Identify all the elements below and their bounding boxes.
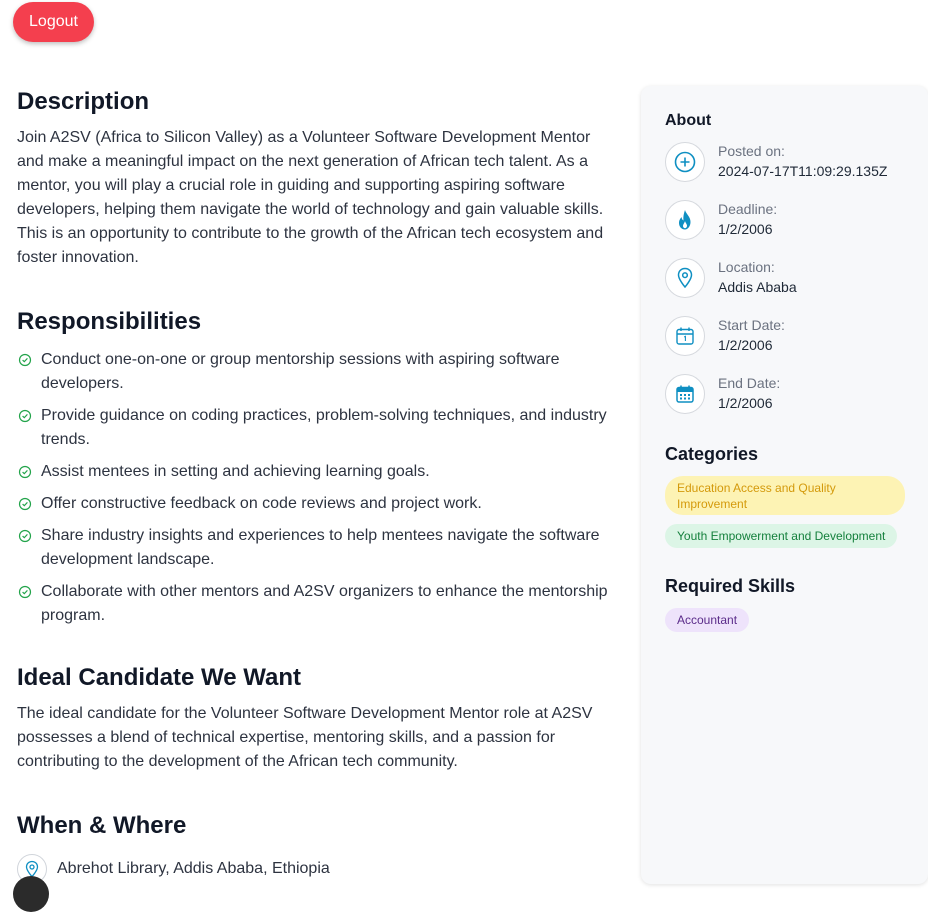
plus-circle-icon — [665, 142, 705, 182]
responsibility-text: Provide guidance on coding practices, pr… — [41, 407, 607, 448]
posted-on-label: Posted on: — [718, 143, 785, 159]
calendar-end-icon — [665, 374, 705, 414]
about-title: About — [665, 112, 712, 129]
event-location-text: Abrehot Library, Addis Ababa, Ethiopia — [57, 860, 330, 877]
check-circle-icon — [18, 529, 32, 543]
skill-label: Accountant — [677, 613, 738, 627]
posted-on-row: Posted on: 2024-07-17T11:09:29.135Z — [665, 142, 887, 182]
ideal-candidate-text: The ideal candidate for the Volunteer So… — [17, 705, 593, 770]
end-date-row: End Date: 1/2/2006 — [665, 374, 780, 414]
start-date-label: Start Date: — [718, 317, 785, 333]
fire-icon — [665, 200, 705, 240]
calendar-start-icon — [665, 316, 705, 356]
location-label: Location: — [718, 259, 775, 275]
deadline-row: Deadline: 1/2/2006 — [665, 200, 777, 240]
when-where-title: When & Where — [17, 812, 187, 839]
list-item: Collaborate with other mentors and A2SV … — [17, 580, 617, 628]
category-tag: Education Access and Quality Improvement — [665, 476, 905, 515]
event-location-row: Abrehot Library, Addis Ababa, Ethiopia — [17, 854, 617, 884]
responsibilities-section: Responsibilities Conduct one-on-one or g… — [17, 306, 617, 636]
list-item: Share industry insights and experiences … — [17, 524, 617, 572]
ideal-candidate-section: Ideal Candidate We Want The ideal candid… — [17, 662, 617, 774]
logout-button[interactable]: Logout — [13, 2, 94, 42]
responsibility-text: Share industry insights and experiences … — [41, 527, 600, 568]
end-date-label: End Date: — [718, 375, 781, 391]
check-circle-icon — [18, 353, 32, 367]
list-item: Offer constructive feedback on code revi… — [17, 492, 617, 516]
responsibilities-list: Conduct one-on-one or group mentorship s… — [17, 348, 617, 628]
start-date-row: Start Date: 1/2/2006 — [665, 316, 785, 356]
responsibility-text: Offer constructive feedback on code revi… — [41, 495, 482, 512]
categories-title: Categories — [665, 444, 759, 464]
description-section: Description Join A2SV (Africa to Silicon… — [17, 86, 617, 270]
skill-tag: Accountant — [665, 608, 750, 632]
deadline-label: Deadline: — [718, 201, 778, 217]
floating-action-button[interactable] — [13, 876, 49, 912]
required-skills-title: Required Skills — [665, 576, 796, 596]
check-circle-icon — [18, 497, 32, 511]
description-title: Description — [17, 88, 150, 115]
deadline-value: 1/2/2006 — [718, 221, 773, 237]
posted-on-value: 2024-07-17T11:09:29.135Z — [718, 163, 888, 179]
location-value: Addis Ababa — [718, 279, 797, 295]
location-row: Location: Addis Ababa — [665, 258, 797, 298]
list-item: Conduct one-on-one or group mentorship s… — [17, 348, 617, 396]
responsibilities-title: Responsibilities — [17, 308, 202, 335]
category-tag: Youth Empowerment and Development — [665, 524, 898, 548]
category-label: Education Access and Quality Improvement — [677, 480, 836, 511]
list-item: Provide guidance on coding practices, pr… — [17, 404, 617, 452]
responsibility-text: Assist mentees in setting and achieving … — [41, 463, 430, 480]
start-date-value: 1/2/2006 — [718, 337, 773, 353]
check-circle-icon — [18, 409, 32, 423]
when-where-section: When & Where Abrehot Library, Addis Abab… — [17, 810, 617, 884]
responsibility-text: Conduct one-on-one or group mentorship s… — [41, 351, 560, 392]
responsibility-text: Collaborate with other mentors and A2SV … — [41, 583, 608, 624]
check-circle-icon — [18, 465, 32, 479]
ideal-candidate-title: Ideal Candidate We Want — [17, 664, 302, 691]
category-label: Youth Empowerment and Development — [677, 529, 886, 543]
job-sidebar: About Posted on: 2024-07-17T11:09:29.135… — [641, 86, 928, 884]
end-date-value: 1/2/2006 — [718, 395, 773, 411]
description-text: Join A2SV (Africa to Silicon Valley) as … — [17, 129, 604, 266]
check-circle-icon — [18, 585, 32, 599]
list-item: Assist mentees in setting and achieving … — [17, 460, 617, 484]
location-pin-icon — [665, 258, 705, 298]
